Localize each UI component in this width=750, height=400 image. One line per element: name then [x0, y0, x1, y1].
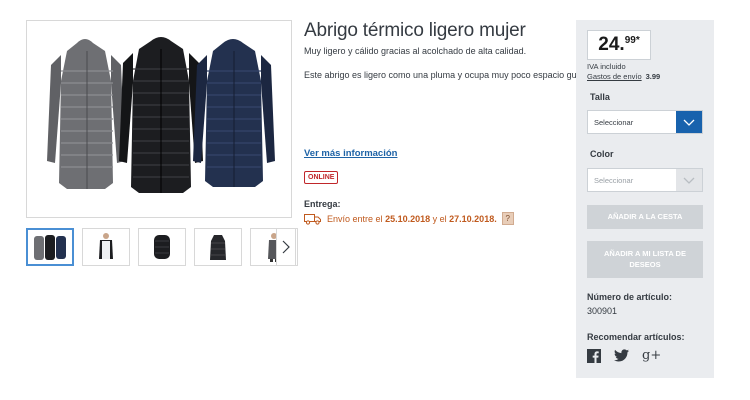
google-plus-icon[interactable]: g+ — [642, 348, 661, 363]
thumbnail-strip — [26, 228, 298, 266]
thumb-three-coats-icon — [34, 235, 66, 260]
delivery-prefix: Envío entre el — [327, 213, 383, 224]
product-subtitle: Muy ligero y cálido gracias al acolchado… — [304, 46, 527, 56]
delivery-date-from: 25.10.2018 — [385, 213, 431, 224]
product-main-image[interactable] — [26, 20, 292, 218]
twitter-icon[interactable] — [614, 349, 629, 362]
social-share: g+ — [587, 348, 661, 363]
color-label: Color — [590, 149, 614, 159]
thumbnail-4[interactable] — [194, 228, 242, 266]
color-select-value: Seleccionar — [594, 176, 634, 185]
add-to-wishlist-button[interactable]: AÑADIR A MI LISTA DE DESEOS — [587, 241, 703, 278]
delivery-help-button[interactable]: ? — [501, 212, 514, 225]
thumb-black-coat-icon — [210, 235, 226, 260]
delivery-date-to: 27.10.2018. — [449, 213, 497, 224]
black-coat-image — [119, 37, 203, 193]
delivery-label: Entrega: — [304, 199, 341, 209]
thumbnail-next-button[interactable] — [276, 228, 296, 266]
size-select-value: Seleccionar — [594, 118, 634, 127]
chevron-down-icon — [676, 111, 702, 133]
online-badge: ONLINE — [304, 171, 339, 184]
facebook-icon[interactable] — [587, 348, 601, 363]
color-select[interactable]: Seleccionar — [587, 168, 703, 192]
article-number: 300901 — [587, 306, 618, 316]
add-to-cart-button[interactable]: AÑADIR A LA CESTA — [587, 205, 703, 229]
delivery-info: Envío entre el 25.10.2018 y el 27.10.201… — [304, 212, 514, 225]
thumbnail-3[interactable] — [138, 228, 186, 266]
chevron-right-icon — [282, 240, 290, 254]
price-integer: 24. — [598, 34, 625, 55]
truck-icon — [304, 213, 321, 225]
thumb-folded-coat-icon — [154, 235, 170, 259]
purchase-panel: 24. 99* IVA incluido Gastos de envío 3.99 … — [576, 20, 714, 378]
vat-note: IVA incluido — [587, 62, 626, 71]
size-select[interactable]: Seleccionar — [587, 110, 703, 134]
article-number-label: Número de artículo: — [587, 292, 673, 302]
shipping-amount: 3.99 — [645, 72, 661, 81]
chevron-down-icon — [676, 169, 702, 191]
navy-coat-image — [193, 39, 275, 187]
thumbnail-1[interactable] — [26, 228, 74, 266]
more-info-link[interactable]: Ver más información — [304, 148, 397, 159]
shipping-costs-link[interactable]: Gastos de envío — [587, 72, 642, 81]
product-description: Este abrigo es ligero como una pluma y o… — [304, 70, 608, 80]
thumbnail-2[interactable] — [82, 228, 130, 266]
product-title: Abrigo térmico ligero mujer — [304, 20, 526, 41]
size-label: Talla — [590, 92, 610, 102]
delivery-text: Envío entre el 25.10.2018 y el 27.10.201… — [327, 214, 497, 224]
thumb-person-front-icon — [99, 233, 113, 259]
shipping-info: Gastos de envío 3.99 — [587, 72, 660, 81]
price-decimal: 99* — [624, 35, 640, 46]
recommend-label: Recomendar artículos: — [587, 332, 685, 342]
price-box: 24. 99* — [587, 30, 651, 60]
delivery-middle: y el — [432, 213, 447, 224]
gray-coat-image — [47, 39, 125, 189]
